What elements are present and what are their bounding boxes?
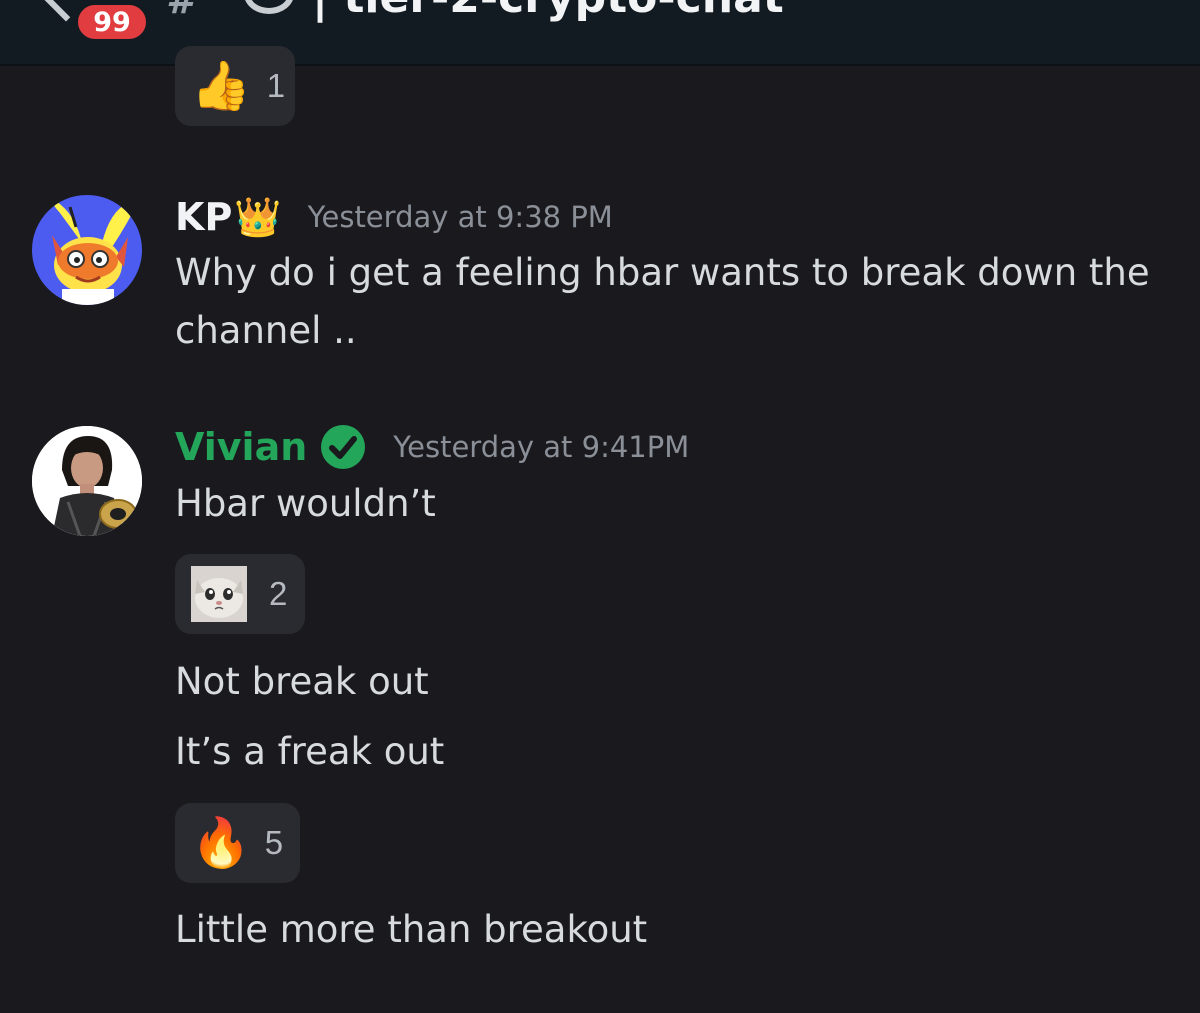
avatar[interactable] [32, 426, 142, 536]
channel-hash-icon: # [166, 0, 193, 22]
message-text: It’s a freak out [175, 730, 445, 773]
timestamp: Yesterday at 9:38 PM [307, 200, 613, 234]
verified-check-icon [319, 423, 367, 471]
message-header: KP 👑 Yesterday at 9:38 PM [175, 192, 613, 242]
reaction-fire[interactable]: 🔥 5 [175, 803, 300, 883]
unread-badge: 99 [74, 1, 150, 43]
message-text: Hbar wouldn’t [175, 482, 436, 525]
message-text: channel .. [175, 309, 357, 352]
wrestler-avatar-icon [32, 426, 142, 536]
thumbs-up-icon: 👍 [191, 58, 251, 114]
thread-icon [244, 0, 294, 14]
reaction-count: 2 [269, 575, 288, 612]
bunny-avatar-icon [32, 195, 142, 305]
crying-cat-icon [191, 566, 247, 622]
reaction-count: 1 [266, 67, 286, 104]
channel-title[interactable]: | tier-2-crypto-chat [312, 0, 784, 23]
message-header: Vivian Yesterday at 9:41PM [175, 421, 689, 473]
fire-icon: 🔥 [191, 815, 251, 871]
avatar[interactable] [32, 195, 142, 305]
reaction-count: 5 [264, 824, 284, 861]
reaction-thumbs-up[interactable]: 👍 1 [175, 46, 295, 126]
timestamp: Yesterday at 9:41PM [393, 430, 690, 464]
message-text: Little more than breakout [175, 908, 648, 951]
crown-icon: 👑 [234, 194, 282, 239]
username[interactable]: Vivian [175, 425, 307, 469]
message-text: Not break out [175, 660, 429, 703]
username[interactable]: KP [175, 195, 232, 239]
message-text: Why do i get a feeling hbar wants to bre… [175, 251, 1150, 294]
reaction-crying-cat[interactable]: 2 [175, 554, 305, 634]
